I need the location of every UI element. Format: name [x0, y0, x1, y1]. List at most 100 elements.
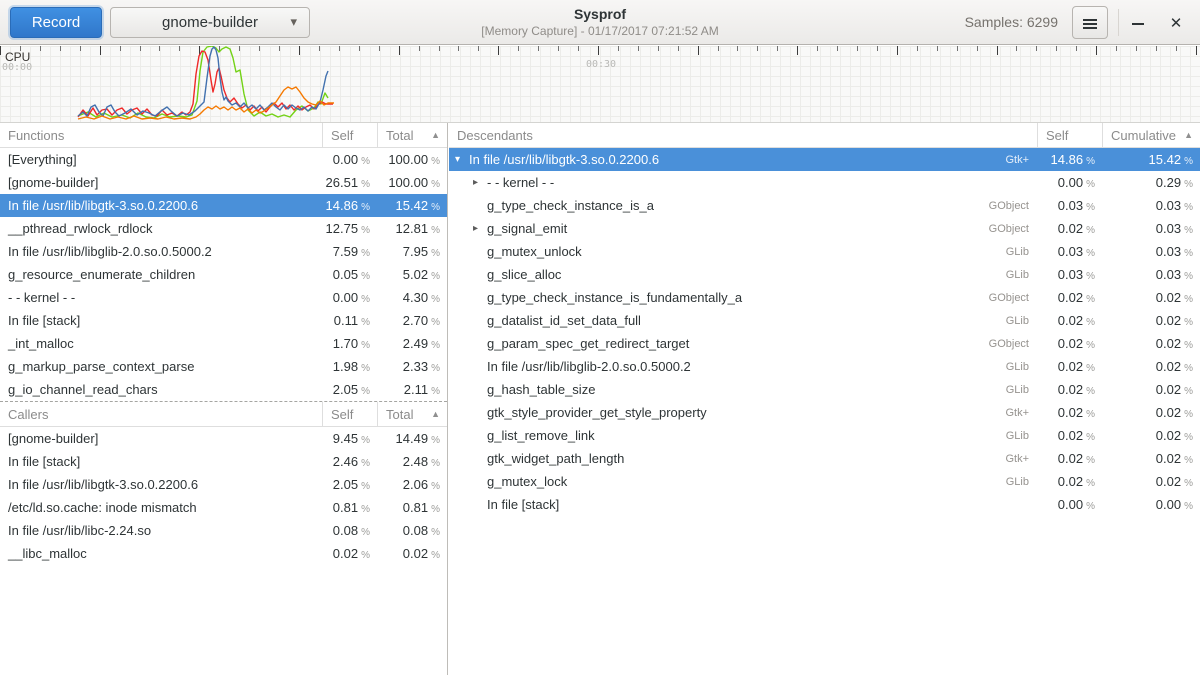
table-row[interactable]: In file /usr/lib/libgtk-3.so.0.2200.62.0… [0, 473, 447, 496]
percent-value: 0.02 [403, 546, 428, 561]
function-name: [gnome-builder] [8, 175, 98, 190]
right-pane: Descendants Self Cumulative ▲ ▾In file /… [449, 123, 1200, 675]
table-row[interactable]: gtk_widget_path_lengthGtk+0.02%0.02% [449, 447, 1200, 470]
table-row[interactable]: _int_malloc1.70%2.49% [0, 332, 447, 355]
percent-value: 0.03 [1058, 244, 1083, 259]
descendants-table-body: ▾In file /usr/lib/libgtk-3.so.0.2200.6Gt… [449, 148, 1200, 516]
cumulative-column-label: Cumulative [1111, 128, 1176, 143]
function-name: gtk_widget_path_length [487, 451, 624, 466]
table-row[interactable]: g_param_spec_get_redirect_targetGObject0… [449, 332, 1200, 355]
table-row[interactable]: __libc_malloc0.02%0.02% [0, 542, 447, 565]
percent-sign: % [1086, 248, 1095, 259]
close-button[interactable]: ✕ [1160, 6, 1192, 39]
percent-sign: % [431, 248, 440, 259]
descendant-name-cell: gtk_style_provider_get_style_propertyGtk… [449, 405, 1037, 420]
table-row[interactable]: In file /usr/lib/libgtk-3.so.0.2200.614.… [0, 194, 447, 217]
percent-sign: % [361, 294, 370, 305]
table-row[interactable]: In file /usr/lib/libglib-2.0.so.0.5000.2… [449, 355, 1200, 378]
percent-value: 1.70 [333, 336, 358, 351]
percent-sign: % [1184, 478, 1193, 489]
function-name-cell: [Everything] [0, 152, 322, 167]
percent-cell: 14.49% [377, 431, 447, 446]
chevron-down-icon: ▾ [290, 14, 297, 30]
table-row[interactable]: g_list_remove_linkGLib0.02%0.02% [449, 424, 1200, 447]
self-column-header[interactable]: Self [1037, 123, 1102, 147]
table-row[interactable]: In file /usr/lib/libglib-2.0.so.0.5000.2… [0, 240, 447, 263]
percent-value: 100.00 [388, 152, 428, 167]
table-row[interactable]: [Everything]0.00%100.00% [0, 148, 447, 171]
table-row[interactable]: In file /usr/lib/libc-2.24.so0.08%0.08% [0, 519, 447, 542]
expander-down-icon[interactable]: ▾ [455, 155, 469, 165]
table-row[interactable]: g_io_channel_read_chars2.05%2.11% [0, 378, 447, 401]
percent-sign: % [1086, 156, 1095, 167]
table-row[interactable]: g_type_check_instance_is_aGObject0.03%0.… [449, 194, 1200, 217]
menu-button[interactable] [1072, 6, 1108, 39]
table-row[interactable]: ▸g_signal_emitGObject0.02%0.03% [449, 217, 1200, 240]
percent-value: 26.51 [326, 175, 359, 190]
table-row[interactable]: g_mutex_unlockGLib0.03%0.03% [449, 240, 1200, 263]
percent-cell: 0.03% [1102, 198, 1200, 213]
self-column-header[interactable]: Self [322, 402, 377, 426]
percent-cell: 2.46% [322, 454, 377, 469]
minimize-button[interactable] [1122, 6, 1154, 39]
percent-sign: % [1184, 225, 1193, 236]
table-row[interactable]: ▸- - kernel - -0.00%0.29% [449, 171, 1200, 194]
table-row[interactable]: [gnome-builder]26.51%100.00% [0, 171, 447, 194]
percent-sign: % [1086, 179, 1095, 190]
percent-sign: % [1086, 386, 1095, 397]
table-row[interactable]: g_markup_parse_context_parse1.98%2.33% [0, 355, 447, 378]
table-row[interactable]: In file [stack]0.11%2.70% [0, 309, 447, 332]
percent-cell: 0.02% [1102, 474, 1200, 489]
self-column-header[interactable]: Self [322, 123, 377, 147]
cumulative-column-header[interactable]: Cumulative ▲ [1102, 123, 1200, 147]
percent-cell: 2.49% [377, 336, 447, 351]
table-row[interactable]: In file [stack]2.46%2.48% [0, 450, 447, 473]
descendant-name-cell: g_slice_allocGLib [449, 267, 1037, 282]
table-row[interactable]: g_mutex_lockGLib0.02%0.02% [449, 470, 1200, 493]
table-row[interactable]: /etc/ld.so.cache: inode mismatch0.81%0.8… [0, 496, 447, 519]
descendant-name-cell: g_type_check_instance_is_fundamentally_a… [449, 290, 1037, 305]
function-name: g_io_channel_read_chars [8, 382, 158, 397]
table-row[interactable]: g_datalist_id_set_data_fullGLib0.02%0.02… [449, 309, 1200, 332]
table-row[interactable]: [gnome-builder]9.45%14.49% [0, 427, 447, 450]
descendants-column-header[interactable]: Descendants [449, 123, 1037, 147]
function-name-cell: _int_malloc [0, 336, 322, 351]
expander-right-icon[interactable]: ▸ [473, 224, 487, 234]
function-name-cell: [gnome-builder] [0, 431, 322, 446]
table-row[interactable]: g_type_check_instance_is_fundamentally_a… [449, 286, 1200, 309]
percent-sign: % [361, 504, 370, 515]
percent-cell: 0.81% [322, 500, 377, 515]
descendant-name-cell: g_mutex_lockGLib [449, 474, 1037, 489]
function-name: [gnome-builder] [8, 431, 98, 446]
expander-right-icon[interactable]: ▸ [473, 178, 487, 188]
functions-column-header[interactable]: Functions [0, 123, 322, 147]
total-column-header[interactable]: Total ▲ [377, 123, 447, 147]
percent-sign: % [431, 550, 440, 561]
table-row[interactable]: gtk_style_provider_get_style_propertyGtk… [449, 401, 1200, 424]
table-row[interactable]: g_resource_enumerate_children0.05%5.02% [0, 263, 447, 286]
table-row[interactable]: g_hash_table_sizeGLib0.02%0.02% [449, 378, 1200, 401]
close-icon: ✕ [1170, 15, 1183, 32]
percent-cell: 0.02% [1037, 336, 1102, 351]
library-badge: GLib [1006, 269, 1037, 281]
table-row[interactable]: g_slice_allocGLib0.03%0.03% [449, 263, 1200, 286]
function-name-cell: g_resource_enumerate_children [0, 267, 322, 282]
callers-column-header[interactable]: Callers [0, 402, 322, 426]
percent-sign: % [431, 271, 440, 282]
percent-sign: % [1184, 202, 1193, 213]
percent-cell: 0.00% [1037, 175, 1102, 190]
table-row[interactable]: ▾In file /usr/lib/libgtk-3.so.0.2200.6Gt… [449, 148, 1200, 171]
total-column-header[interactable]: Total ▲ [377, 402, 447, 426]
percent-value: 15.42 [1149, 152, 1182, 167]
table-row[interactable]: - - kernel - -0.00%4.30% [0, 286, 447, 309]
table-row[interactable]: __pthread_rwlock_rdlock12.75%12.81% [0, 217, 447, 240]
function-name: g_mutex_unlock [487, 244, 582, 259]
percent-value: 0.03 [1156, 267, 1181, 282]
table-row[interactable]: In file [stack]0.00%0.00% [449, 493, 1200, 516]
library-badge: GLib [1006, 384, 1037, 396]
record-button[interactable]: Record [10, 7, 102, 38]
process-selector-dropdown[interactable]: gnome-builder ▾ [110, 7, 310, 38]
cpu-chart[interactable]: CPU 00:00 00:30 [0, 46, 1200, 123]
page-title: Sysprof [320, 6, 880, 22]
percent-cell: 0.02% [1102, 428, 1200, 443]
